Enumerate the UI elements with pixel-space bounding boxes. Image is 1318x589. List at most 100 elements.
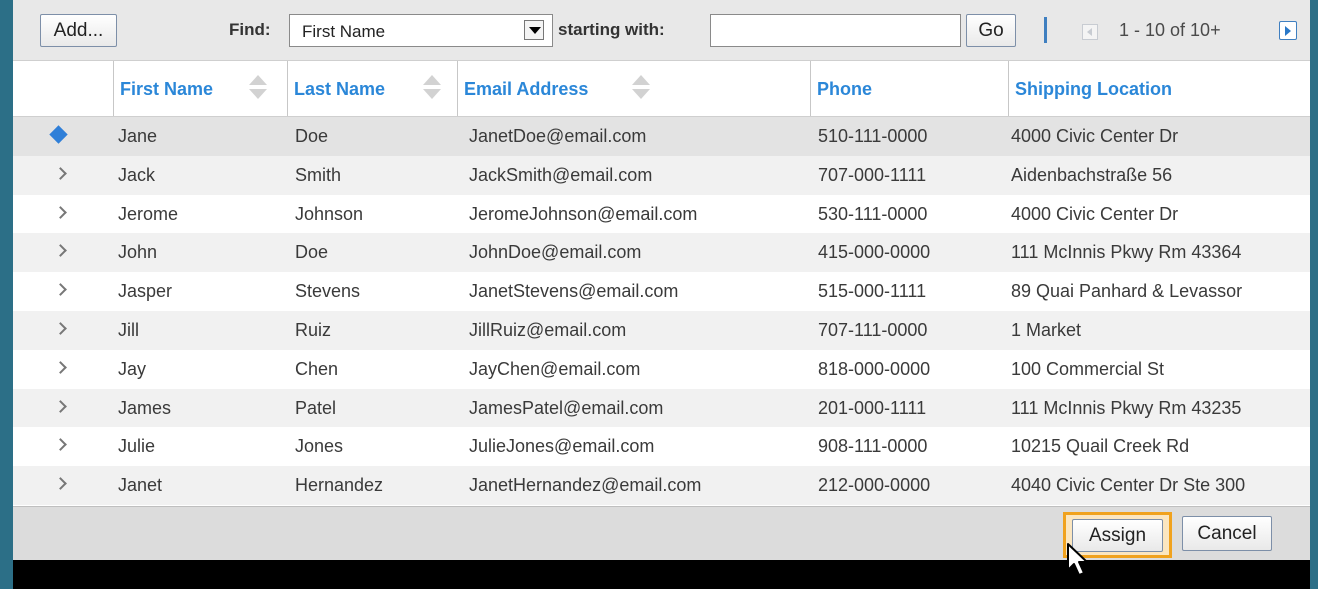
column-header-last-name[interactable]: Last Name bbox=[287, 61, 457, 116]
cell-shipping: 4000 Civic Center Dr bbox=[1011, 126, 1179, 146]
cell-email: JackSmith@email.com bbox=[469, 164, 653, 185]
add-button[interactable]: Add... bbox=[40, 14, 117, 47]
cell-email: JanetDoe@email.com bbox=[469, 126, 647, 146]
cell-email: JulieJones@email.com bbox=[469, 436, 655, 457]
dropdown-arrow-icon[interactable] bbox=[524, 20, 544, 40]
cell-first-name: Jane bbox=[118, 126, 158, 146]
cell-phone: 818-000-0000 bbox=[818, 358, 931, 379]
cell-shipping: 111 McInnis Pkwy Rm 43364 bbox=[1011, 242, 1242, 263]
cell-email: JanetStevens@email.com bbox=[469, 281, 679, 302]
table-row[interactable]: Jerome Johnson JeromeJohnson@email.com 5… bbox=[13, 195, 1310, 234]
cell-email: JohnDoe@email.com bbox=[469, 242, 642, 263]
sort-icon[interactable] bbox=[421, 75, 443, 101]
cell-shipping: 111 McInnis Pkwy Rm 43235 bbox=[1011, 397, 1242, 418]
chevron-right-icon[interactable] bbox=[53, 206, 69, 222]
cell-shipping: 4000 Civic Center Dr bbox=[1011, 203, 1179, 224]
previous-page-icon[interactable] bbox=[1082, 24, 1098, 40]
cell-first-name: Jasper bbox=[118, 281, 173, 302]
chevron-right-icon[interactable] bbox=[53, 438, 69, 454]
cell-shipping: 4040 Civic Center Dr Ste 300 bbox=[1011, 475, 1246, 496]
table-row[interactable]: Jasper Stevens JanetStevens@email.com 51… bbox=[13, 272, 1310, 311]
column-header-first-name[interactable]: First Name bbox=[113, 61, 287, 116]
cell-phone: 707-000-1111 bbox=[818, 164, 927, 185]
table-row[interactable]: Janet Hernandez JanetHernandez@email.com… bbox=[13, 466, 1310, 505]
cell-shipping: 1 Market bbox=[1011, 319, 1082, 340]
cell-last-name: Doe bbox=[295, 242, 329, 263]
chevron-right-icon[interactable] bbox=[53, 283, 69, 299]
find-field-select[interactable]: First Name bbox=[289, 14, 553, 47]
cell-phone: 510-111-0000 bbox=[818, 126, 928, 146]
table-row[interactable]: Jane Doe JanetDoe@email.com 510-111-0000… bbox=[13, 117, 1310, 156]
chevron-right-icon[interactable] bbox=[53, 244, 69, 260]
cell-last-name: Patel bbox=[295, 397, 337, 418]
dialog-footer: Assign Cancel bbox=[13, 506, 1310, 560]
cell-email: JeromeJohnson@email.com bbox=[469, 203, 698, 224]
sort-icon[interactable] bbox=[247, 75, 269, 101]
find-label: Find: bbox=[229, 20, 271, 39]
cell-first-name: Jill bbox=[118, 319, 139, 340]
table-row[interactable]: Jack Smith JackSmith@email.com 707-000-1… bbox=[13, 155, 1310, 195]
column-header-shipping[interactable]: Shipping Location bbox=[1008, 61, 1310, 116]
cell-last-name: Doe bbox=[295, 126, 329, 146]
assign-dialog: Add... Find: First Name starting with: G… bbox=[13, 0, 1310, 560]
table-row[interactable]: James Patel JamesPatel@email.com 201-000… bbox=[13, 388, 1310, 428]
sort-icon[interactable] bbox=[630, 75, 652, 101]
toolbar-divider bbox=[1044, 17, 1047, 43]
cell-phone: 415-000-0000 bbox=[818, 242, 931, 263]
chevron-right-icon[interactable] bbox=[53, 322, 69, 338]
chevron-right-icon[interactable] bbox=[53, 167, 69, 183]
diamond-icon bbox=[53, 128, 69, 144]
cell-phone: 908-111-0000 bbox=[818, 436, 928, 457]
chevron-right-icon[interactable] bbox=[53, 361, 69, 377]
column-header-email[interactable]: Email Address bbox=[457, 61, 810, 116]
page-info: 1 - 10 of 10+ bbox=[1119, 20, 1221, 40]
header-row-selector bbox=[13, 61, 113, 116]
table-body: Jane Doe JanetDoe@email.com 510-111-0000… bbox=[13, 117, 1310, 505]
mouse-cursor-icon bbox=[1067, 543, 1088, 576]
table-row[interactable]: Jill Ruiz JillRuiz@email.com 707-111-000… bbox=[13, 310, 1310, 350]
cell-last-name: Hernandez bbox=[295, 475, 384, 496]
cell-phone: 530-111-0000 bbox=[818, 203, 928, 224]
cell-last-name: Smith bbox=[295, 164, 342, 185]
cell-phone: 707-111-0000 bbox=[818, 319, 928, 340]
cell-first-name: Janet bbox=[118, 475, 163, 496]
column-label: Last Name bbox=[294, 79, 386, 99]
cell-phone: 515-000-1111 bbox=[818, 281, 927, 302]
cell-email: JillRuiz@email.com bbox=[469, 319, 627, 340]
window-frame: Add... Find: First Name starting with: G… bbox=[13, 0, 1310, 589]
cell-last-name: Johnson bbox=[295, 203, 364, 224]
cell-phone: 212-000-0000 bbox=[818, 475, 931, 496]
table-row[interactable]: Jay Chen JayChen@email.com 818-000-0000 … bbox=[13, 350, 1310, 389]
column-label: Phone bbox=[817, 79, 873, 99]
cell-first-name: Julie bbox=[118, 436, 156, 457]
column-label: First Name bbox=[120, 79, 214, 99]
cell-phone: 201-000-1111 bbox=[818, 397, 927, 418]
cell-shipping: Aidenbachstraße 56 bbox=[1011, 164, 1173, 185]
cell-first-name: Jerome bbox=[118, 203, 179, 224]
search-input[interactable] bbox=[710, 14, 961, 47]
cancel-button[interactable]: Cancel bbox=[1182, 516, 1272, 551]
column-header-phone[interactable]: Phone bbox=[810, 61, 1008, 116]
cell-first-name: Jay bbox=[118, 358, 147, 379]
cell-last-name: Ruiz bbox=[295, 319, 332, 340]
cell-last-name: Chen bbox=[295, 358, 339, 379]
table-row[interactable]: John Doe JohnDoe@email.com 415-000-0000 … bbox=[13, 233, 1310, 273]
cell-shipping: 10215 Quail Creek Rd bbox=[1011, 436, 1190, 457]
go-button[interactable]: Go bbox=[966, 14, 1016, 47]
cell-email: JanetHernandez@email.com bbox=[469, 475, 702, 496]
cell-email: JamesPatel@email.com bbox=[469, 397, 664, 418]
starting-with-label: starting with: bbox=[558, 20, 665, 39]
chevron-right-icon[interactable] bbox=[53, 400, 69, 416]
column-label: Email Address bbox=[464, 79, 589, 99]
column-label: Shipping Location bbox=[1015, 79, 1172, 99]
cell-first-name: James bbox=[118, 397, 172, 418]
toolbar: Add... Find: First Name starting with: G… bbox=[13, 0, 1310, 60]
cell-first-name: John bbox=[118, 242, 158, 263]
cell-email: JayChen@email.com bbox=[469, 358, 641, 379]
next-page-icon[interactable] bbox=[1279, 21, 1297, 40]
cell-shipping: 89 Quai Panhard & Levassor bbox=[1011, 281, 1243, 302]
table-row[interactable]: Julie Jones JulieJones@email.com 908-111… bbox=[13, 427, 1310, 466]
cell-first-name: Jack bbox=[118, 164, 156, 185]
chevron-right-icon[interactable] bbox=[53, 477, 69, 493]
find-field-value: First Name bbox=[302, 22, 386, 41]
